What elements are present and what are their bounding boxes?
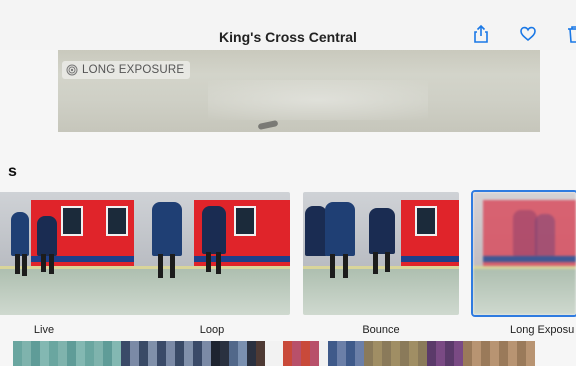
effects-section-title: s: [8, 163, 17, 180]
effect-thumbnail: [303, 192, 459, 315]
share-icon[interactable]: [472, 24, 490, 44]
filmstrip-scrubber[interactable]: [13, 341, 576, 366]
long-exposure-icon: [66, 64, 78, 76]
photo-detail: [257, 119, 279, 131]
effect-card-loop[interactable]: [134, 192, 290, 315]
badge-label: LONG EXPOSURE: [82, 64, 185, 76]
effect-label-live: Live: [33, 324, 55, 336]
effect-card-live[interactable]: [0, 192, 153, 315]
heart-icon[interactable]: [519, 24, 537, 44]
effect-card-bounce[interactable]: [303, 192, 459, 315]
effect-label-loop: Loop: [199, 324, 225, 336]
long-exposure-badge: LONG EXPOSURE: [62, 61, 191, 79]
effect-thumbnail: [134, 192, 290, 315]
effect-thumbnail: [473, 192, 576, 315]
effect-label-long-exposure: Long Exposu: [510, 324, 575, 336]
effect-thumbnail: [0, 192, 153, 315]
effect-card-long-exposure[interactable]: [471, 190, 576, 317]
navigation-bar: King's Cross Central: [0, 0, 576, 50]
floor-highlight: [208, 80, 428, 120]
trash-icon[interactable]: [566, 24, 576, 44]
effect-label-bounce: Bounce: [362, 324, 400, 336]
